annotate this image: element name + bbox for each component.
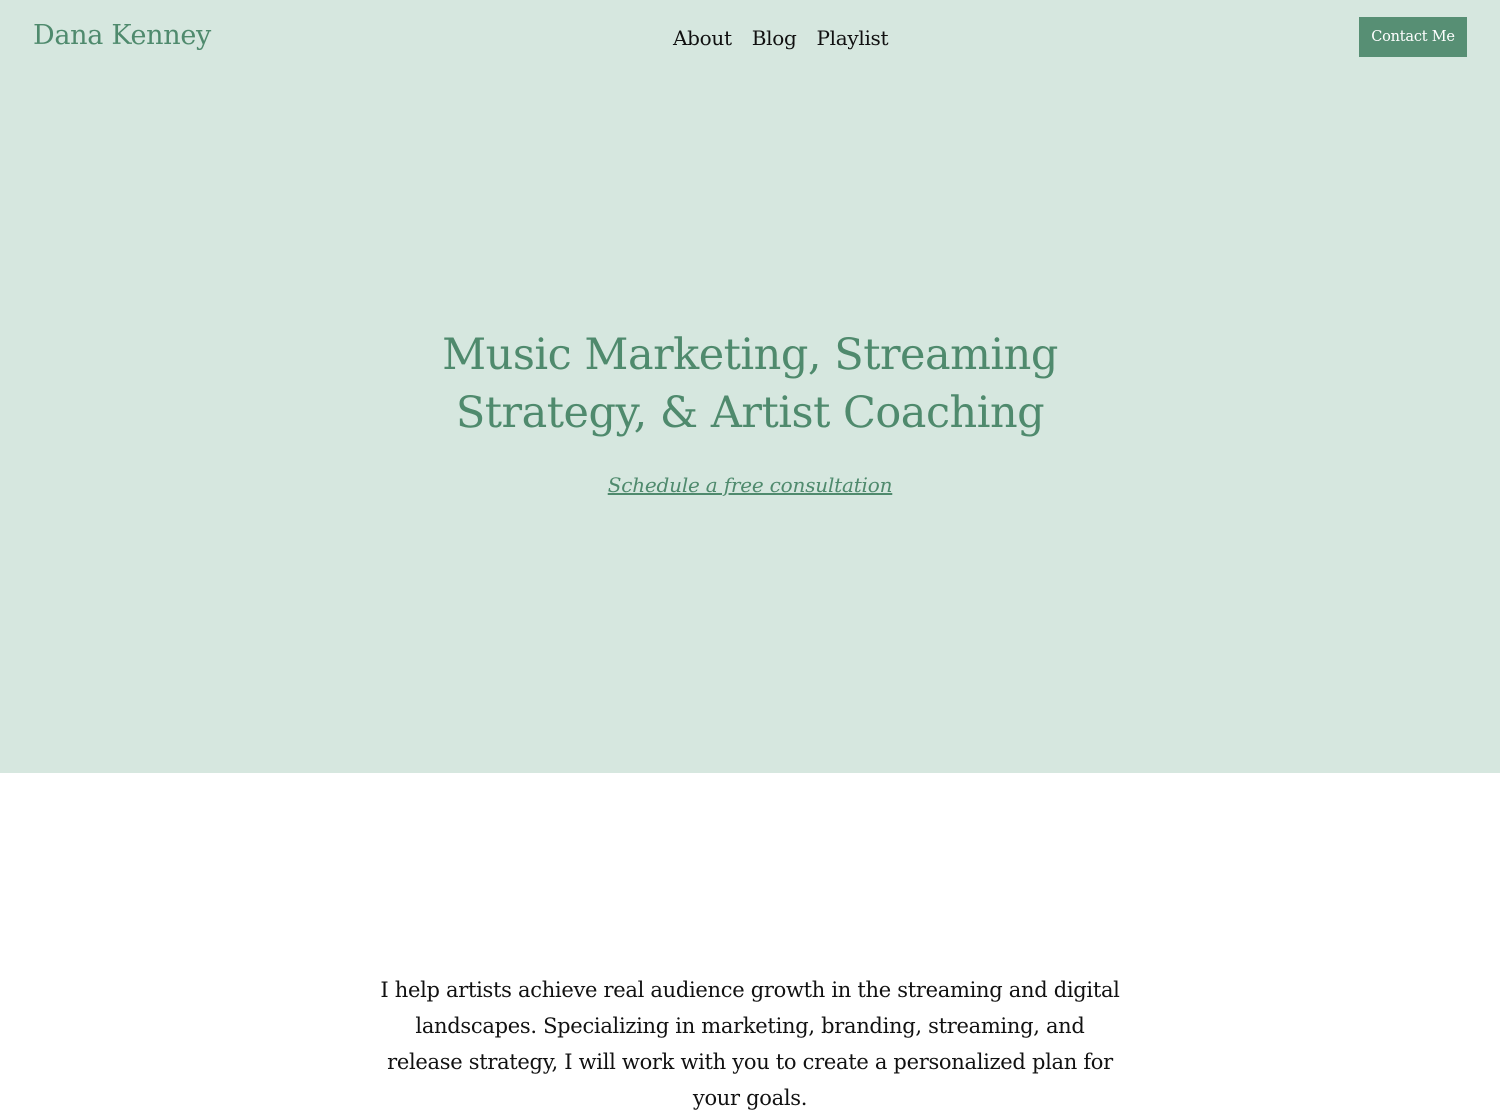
hero-headline: Music Marketing, Streaming Strategy, & A… xyxy=(442,330,1058,438)
main-nav: About Blog Playlist xyxy=(673,26,889,50)
schedule-consultation-link[interactable]: Schedule a free consultation xyxy=(608,473,893,497)
nav-item-playlist[interactable]: Playlist xyxy=(816,26,888,50)
site-logo-link[interactable]: Dana Kenney xyxy=(33,20,211,51)
nav-item-blog[interactable]: Blog xyxy=(752,26,797,50)
hero-section: Dana Kenney About Blog Playlist Contact … xyxy=(0,0,1500,773)
intro-paragraph: I help artists achieve real audience gro… xyxy=(380,978,1120,1110)
nav-item-about[interactable]: About xyxy=(673,26,732,50)
contact-me-button[interactable]: Contact Me xyxy=(1359,17,1467,57)
hero-cta-wrapper: Schedule a free consultation xyxy=(450,472,1050,498)
